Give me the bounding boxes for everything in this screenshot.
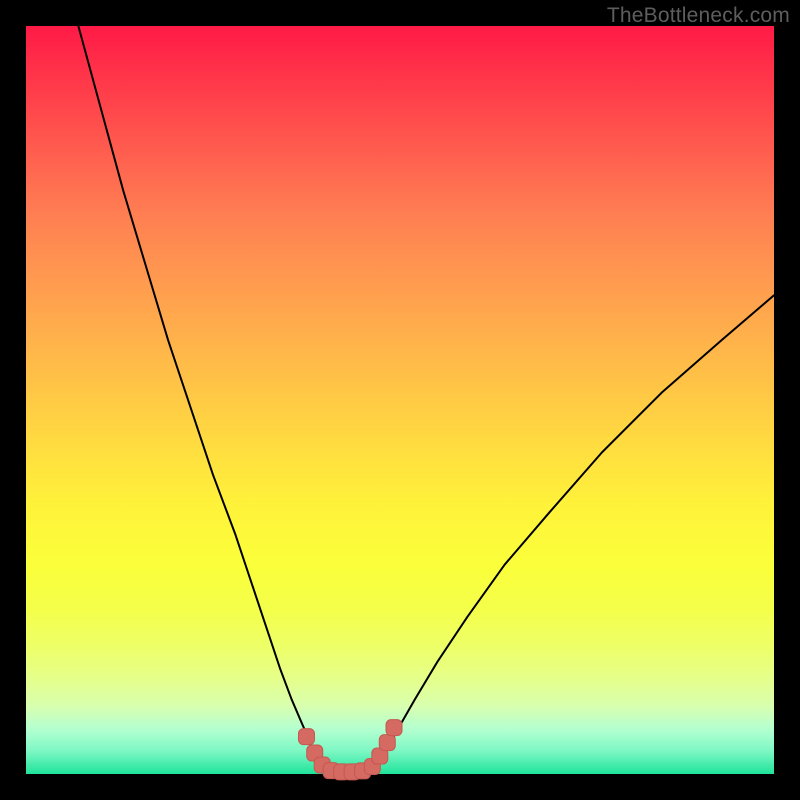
- chart-svg: [26, 26, 774, 774]
- chart-frame: TheBottleneck.com: [0, 0, 800, 800]
- watermark-label: TheBottleneck.com: [607, 4, 790, 28]
- curve-group: [78, 26, 774, 772]
- valley-marker: [299, 729, 315, 745]
- valley-marker: [386, 720, 402, 736]
- valley-marker: [379, 735, 395, 751]
- chart-plot-area: [26, 26, 774, 774]
- bottleneck-curve: [78, 26, 774, 772]
- marker-group: [299, 720, 403, 780]
